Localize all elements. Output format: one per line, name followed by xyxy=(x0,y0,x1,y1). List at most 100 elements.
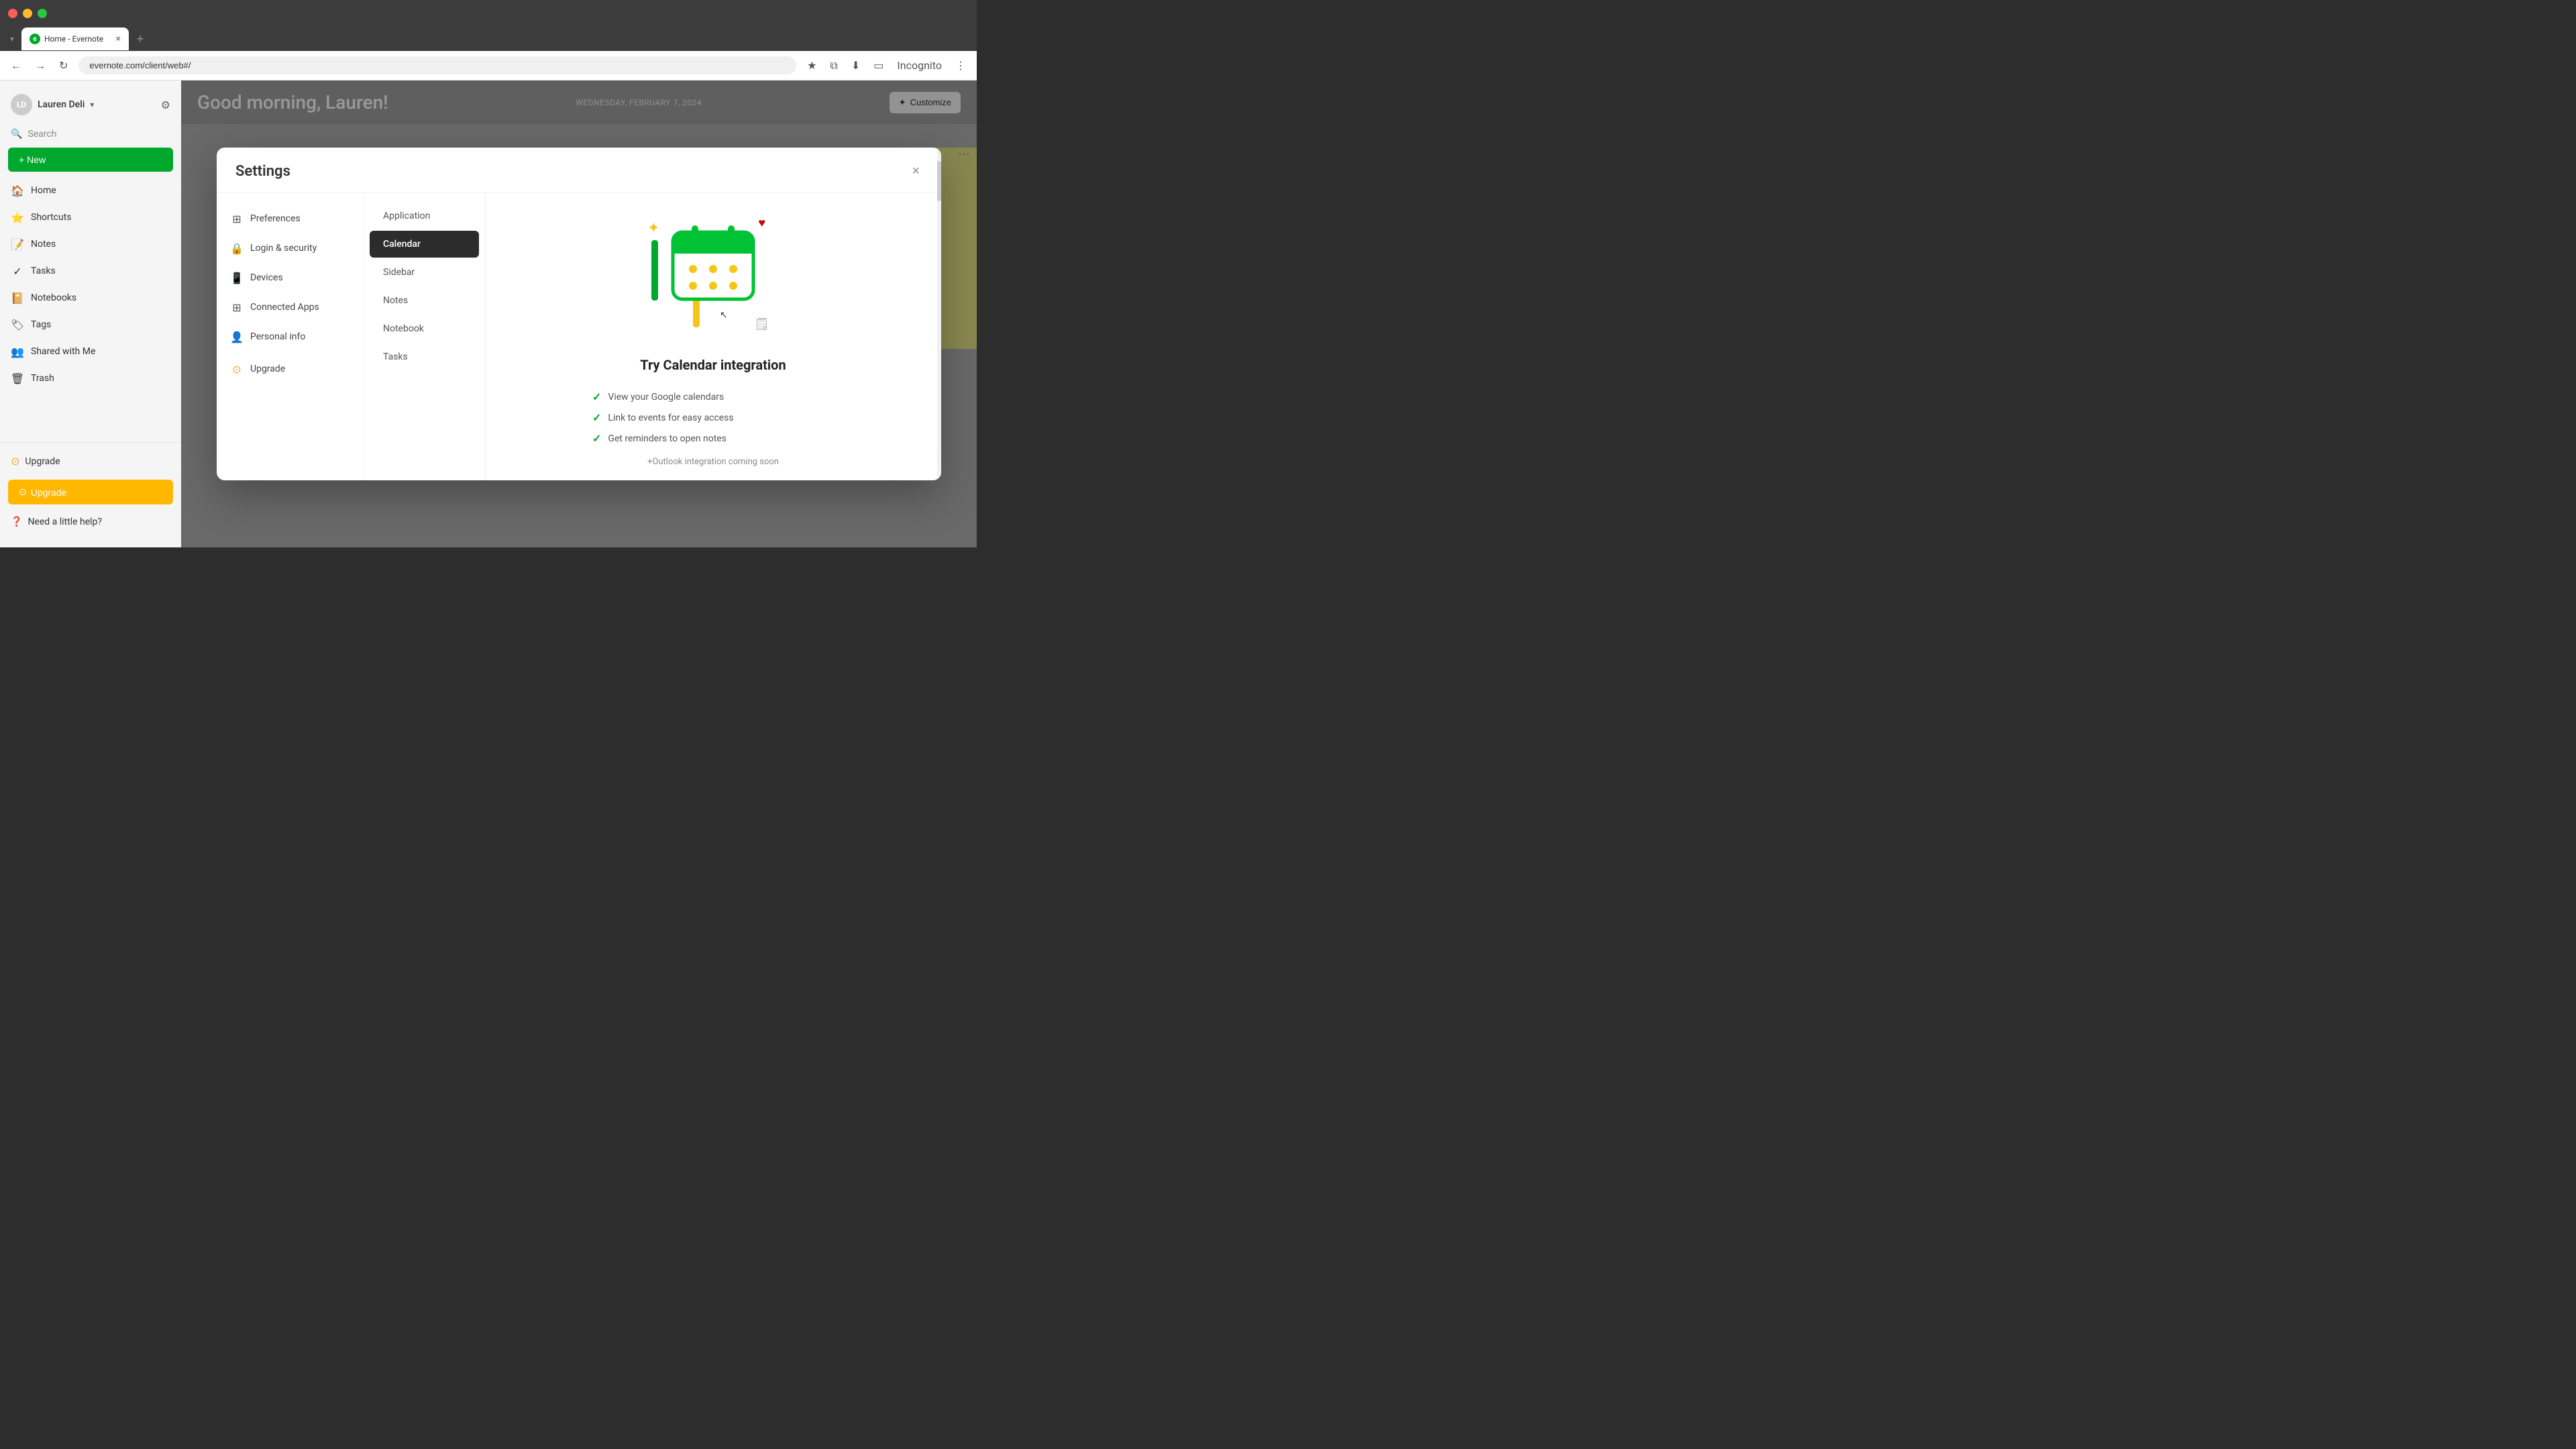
help-button[interactable]: ❓ Need a little help? xyxy=(0,510,181,534)
settings-sub-tasks-label: Tasks xyxy=(383,352,408,362)
sidebar-item-label-notes: Notes xyxy=(31,239,56,250)
help-label: Need a little help? xyxy=(28,517,102,527)
upgrade-bar-label: Upgrade xyxy=(31,487,67,498)
search-icon: 🔍 xyxy=(11,129,22,140)
settings-left-nav: ⊞ Preferences 🔒 Login & security 📱 Devic… xyxy=(217,193,364,480)
checkmark-icon-1: ✓ xyxy=(592,411,601,424)
bookmark-icon[interactable]: ★ xyxy=(804,56,819,74)
app-layout: LD Lauren Deli ▾ ⚙ 🔍 Search + New 🏠 Home… xyxy=(0,80,977,547)
window-controls xyxy=(8,9,47,18)
cursor-icon: ↖ xyxy=(720,310,728,321)
notes-icon: 📝 xyxy=(11,237,24,251)
home-icon: 🏠 xyxy=(11,184,24,197)
sidebar-item-shared[interactable]: 👥 Shared with Me xyxy=(0,338,181,365)
settings-sub-calendar-label: Calendar xyxy=(383,239,421,250)
search-button[interactable]: 🔍 Search xyxy=(0,123,181,145)
sidebar-item-label-trash: Trash xyxy=(31,373,54,384)
upgrade-bar-button[interactable]: ⊙ Upgrade xyxy=(8,480,173,504)
sidebar-item-notebooks[interactable]: 📔 Notebooks xyxy=(0,284,181,311)
cal-bar-green xyxy=(651,240,658,301)
settings-nav-personal-info[interactable]: 👤 Personal info xyxy=(217,322,364,352)
settings-sub-calendar[interactable]: Calendar xyxy=(370,231,479,258)
trash-icon: 🗑 xyxy=(11,372,24,385)
settings-close-button[interactable]: × xyxy=(909,161,922,182)
sidebar-item-label-shared: Shared with Me xyxy=(31,346,95,357)
upgrade-icon: ⊙ xyxy=(11,455,19,468)
avatar: LD xyxy=(11,94,32,115)
window-minimize-button[interactable] xyxy=(23,9,32,18)
settings-nav-login-security[interactable]: 🔒 Login & security xyxy=(217,233,364,263)
user-name-label: Lauren Deli xyxy=(38,99,85,110)
feature-item-0: ✓ View your Google calendars xyxy=(592,386,834,407)
sidebar-item-notes[interactable]: 📝 Notes xyxy=(0,231,181,258)
help-icon: ❓ xyxy=(11,517,22,527)
feature-label-1: Link to events for easy access xyxy=(608,413,733,423)
toolbar-icons: ★ ⧉ ⬇ ▭ Incognito ⋮ xyxy=(804,56,969,75)
settings-nav-devices[interactable]: 📱 Devices xyxy=(217,263,364,292)
settings-dialog: Settings × ⊞ Preferences 🔒 Login & secur… xyxy=(217,148,941,480)
new-tab-button[interactable]: + xyxy=(131,30,149,49)
tab-close-button[interactable]: × xyxy=(116,34,121,44)
tab-favicon: e xyxy=(30,34,40,44)
settings-sub-nav: Application Calendar Sidebar Notes Noteb… xyxy=(364,193,485,480)
layout-icon[interactable]: ▭ xyxy=(871,56,886,74)
settings-title: Settings xyxy=(235,163,290,180)
download-icon[interactable]: ⬇ xyxy=(849,56,863,74)
tab-title: Home - Evernote xyxy=(44,34,103,44)
search-label: Search xyxy=(28,129,56,140)
window-maximize-button[interactable] xyxy=(38,9,47,18)
settings-nav-upgrade[interactable]: ⊙ Upgrade xyxy=(217,352,364,386)
preferences-icon: ⊞ xyxy=(230,212,244,225)
sidebar-upgrade-item[interactable]: ⊙ Upgrade xyxy=(0,448,181,474)
tasks-icon: ✓ xyxy=(11,264,24,278)
tab-list-button[interactable]: ▾ xyxy=(5,32,19,46)
sidebar-item-trash[interactable]: 🗑 Trash xyxy=(0,365,181,392)
checkmark-icon-0: ✓ xyxy=(592,390,601,403)
devices-icon: 📱 xyxy=(230,271,244,284)
sidebar-item-tags[interactable]: 🏷 Tags xyxy=(0,311,181,338)
settings-nav-connected-apps[interactable]: ⊞ Connected Apps xyxy=(217,292,364,322)
url-bar[interactable] xyxy=(78,56,796,74)
gear-icon[interactable]: ⚙ xyxy=(161,99,170,111)
window-close-button[interactable] xyxy=(8,9,17,18)
star-sparkle-icon: ✦ xyxy=(647,220,659,237)
settings-scrollbar[interactable] xyxy=(937,193,941,480)
settings-header: Settings × xyxy=(217,148,941,193)
settings-nav-devices-label: Devices xyxy=(250,272,283,283)
extensions-icon[interactable]: ⧉ xyxy=(827,56,840,75)
settings-sub-notes[interactable]: Notes xyxy=(370,287,479,314)
shared-icon: 👥 xyxy=(11,345,24,358)
settings-sub-notebook[interactable]: Notebook xyxy=(370,315,479,342)
sidebar-user-section[interactable]: LD Lauren Deli ▾ ⚙ xyxy=(0,89,181,123)
sidebar-item-label-shortcuts: Shortcuts xyxy=(31,212,72,223)
more-menu-icon[interactable]: ⋮ xyxy=(953,56,969,74)
settings-nav-preferences[interactable]: ⊞ Preferences xyxy=(217,204,364,233)
new-button[interactable]: + New xyxy=(8,148,173,172)
nav-forward-button[interactable]: → xyxy=(32,56,48,75)
settings-nav-login-label: Login & security xyxy=(250,243,317,254)
sidebar-item-tasks[interactable]: ✓ Tasks xyxy=(0,258,181,284)
sidebar-item-home[interactable]: 🏠 Home xyxy=(0,177,181,204)
settings-sub-tasks[interactable]: Tasks xyxy=(370,343,479,370)
tags-icon: 🏷 xyxy=(11,318,24,331)
nav-back-button[interactable]: ← xyxy=(8,56,24,75)
nav-reload-button[interactable]: ↻ xyxy=(56,56,70,74)
sidebar: LD Lauren Deli ▾ ⚙ 🔍 Search + New 🏠 Home… xyxy=(0,80,181,547)
sidebar-item-label-notebooks: Notebooks xyxy=(31,292,76,303)
settings-nav-connected-label: Connected Apps xyxy=(250,302,319,313)
settings-sub-application[interactable]: Application xyxy=(370,203,479,229)
browser-titlebar xyxy=(0,0,977,27)
calendar-section-title: Try Calendar integration xyxy=(640,357,786,373)
sidebar-item-label-tags: Tags xyxy=(31,319,51,330)
browser-tab-evernote[interactable]: e Home - Evernote × xyxy=(21,28,129,50)
settings-scrollbar-thumb[interactable] xyxy=(937,193,941,201)
settings-sub-sidebar[interactable]: Sidebar xyxy=(370,259,479,286)
upgrade-label: Upgrade xyxy=(25,456,60,467)
upgrade-bar-icon: ⊙ xyxy=(19,486,27,498)
sidebar-bottom: ⊙ Upgrade ⊙ Upgrade ❓ Need a little help… xyxy=(0,442,181,539)
settings-sub-notebook-label: Notebook xyxy=(383,323,424,334)
sidebar-item-shortcuts[interactable]: ⭐ Shortcuts xyxy=(0,204,181,231)
sidebar-item-label-home: Home xyxy=(31,185,56,196)
calendar-svg-icon xyxy=(666,219,760,306)
settings-nav-upgrade-label: Upgrade xyxy=(250,364,285,374)
